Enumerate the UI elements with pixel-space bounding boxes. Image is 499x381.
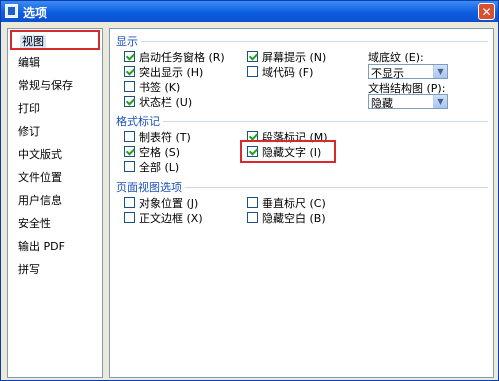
chevron-down-icon[interactable]: ▼ bbox=[433, 95, 447, 108]
doc-map-select[interactable]: 隐藏 ▼ bbox=[368, 94, 448, 110]
sidebar-item-label: 常规与保存 bbox=[18, 79, 73, 92]
checkbox-label: 全部 (L) bbox=[139, 161, 180, 174]
formatting-marks-group-title: 格式标记 bbox=[116, 113, 163, 129]
checkbox-label: 正文边框 (X) bbox=[139, 212, 203, 225]
checkbox-label: 空格 (S) bbox=[139, 146, 181, 159]
checkbox-label: 书签 (K) bbox=[139, 81, 181, 94]
sidebar-item-export-pdf[interactable]: 输出 PDF bbox=[10, 237, 100, 257]
group-divider bbox=[116, 41, 488, 42]
display-group-title: 显示 bbox=[116, 33, 141, 49]
sidebar-item-spelling[interactable]: 拼写 bbox=[10, 260, 100, 280]
chevron-down-icon[interactable]: ▼ bbox=[433, 65, 447, 78]
sidebar-item-file-locations[interactable]: 文件位置 bbox=[10, 168, 100, 188]
close-button[interactable]: ✕ bbox=[478, 3, 495, 20]
sidebar-item-label: 安全性 bbox=[18, 217, 51, 230]
checkbox-label: 制表符 (T) bbox=[139, 131, 191, 144]
select-value: 隐藏 bbox=[371, 97, 393, 110]
sidebar-item-print[interactable]: 打印 bbox=[10, 99, 100, 119]
checkbox-label: 状态栏 (U) bbox=[139, 96, 193, 109]
checkbox-box[interactable] bbox=[124, 96, 135, 107]
sidebar-item-edit[interactable]: 编辑 bbox=[10, 53, 100, 73]
checkbox-box[interactable] bbox=[247, 212, 258, 223]
checkbox-box[interactable] bbox=[124, 197, 135, 208]
sidebar-item-chinese-layout[interactable]: 中文版式 bbox=[10, 145, 100, 165]
checkbox-box[interactable] bbox=[124, 161, 135, 172]
sidebar-item-label: 修订 bbox=[18, 125, 40, 138]
options-dialog: 选项 ✕ 视图 编辑 常规与保存 打印 修订 中文版式 文件位置 用户信息 安全… bbox=[0, 0, 499, 381]
sidebar-item-label: 用户信息 bbox=[18, 194, 62, 207]
checkbox-box[interactable] bbox=[247, 146, 258, 157]
sidebar-item-label: 拼写 bbox=[18, 263, 40, 276]
sidebar-item-view[interactable]: 视图 bbox=[10, 30, 100, 50]
category-list: 视图 编辑 常规与保存 打印 修订 中文版式 文件位置 用户信息 安全性 输出 … bbox=[7, 28, 103, 378]
sidebar-item-label: 文件位置 bbox=[18, 171, 62, 184]
checkbox-box[interactable] bbox=[124, 51, 135, 62]
sidebar-item-label: 输出 PDF bbox=[18, 240, 65, 253]
sidebar-item-general-save[interactable]: 常规与保存 bbox=[10, 76, 100, 96]
checkbox-box[interactable] bbox=[124, 212, 135, 223]
checkbox-box[interactable] bbox=[247, 66, 258, 77]
select-value: 不显示 bbox=[371, 67, 404, 80]
sidebar-item-track-changes[interactable]: 修订 bbox=[10, 122, 100, 142]
page-view-group-title: 页面视图选项 bbox=[116, 179, 185, 195]
dialog-title: 选项 bbox=[23, 6, 48, 20]
checkbox-box[interactable] bbox=[124, 146, 135, 157]
field-shading-select[interactable]: 不显示 ▼ bbox=[368, 64, 448, 80]
checkbox-label: 突出显示 (H) bbox=[139, 66, 204, 79]
sidebar-item-label: 编辑 bbox=[18, 56, 40, 69]
sidebar-item-security[interactable]: 安全性 bbox=[10, 214, 100, 234]
sidebar-item-label: 打印 bbox=[18, 102, 40, 115]
checkbox-label: 启动任务窗格 (R) bbox=[139, 51, 225, 64]
title-bar[interactable]: 选项 ✕ bbox=[1, 1, 498, 22]
checkbox-box[interactable] bbox=[124, 81, 135, 92]
document-icon bbox=[5, 4, 18, 18]
field-shading-label: 域底纹 (E): bbox=[368, 51, 424, 64]
checkbox-label: 屏幕提示 (N) bbox=[262, 51, 327, 64]
group-divider bbox=[116, 121, 488, 122]
checkbox-label: 垂直标尺 (C) bbox=[262, 197, 326, 210]
checkbox-label: 对象位置 (J) bbox=[139, 197, 199, 210]
sidebar-item-user-info[interactable]: 用户信息 bbox=[10, 191, 100, 211]
sidebar-item-label: 视图 bbox=[20, 35, 46, 48]
checkbox-box[interactable] bbox=[124, 131, 135, 142]
checkbox-box[interactable] bbox=[247, 51, 258, 62]
checkbox-label: 隐藏空白 (B) bbox=[262, 212, 326, 225]
checkbox-box[interactable] bbox=[124, 66, 135, 77]
checkbox-box[interactable] bbox=[247, 197, 258, 208]
view-options-panel: 显示 启动任务窗格 (R) 屏幕提示 (N) 域底纹 (E): 突出显示 (H)… bbox=[109, 28, 494, 378]
checkbox-label: 域代码 (F) bbox=[262, 66, 314, 79]
checkbox-label: 隐藏文字 (I) bbox=[262, 146, 322, 159]
sidebar-item-label: 中文版式 bbox=[18, 148, 62, 161]
